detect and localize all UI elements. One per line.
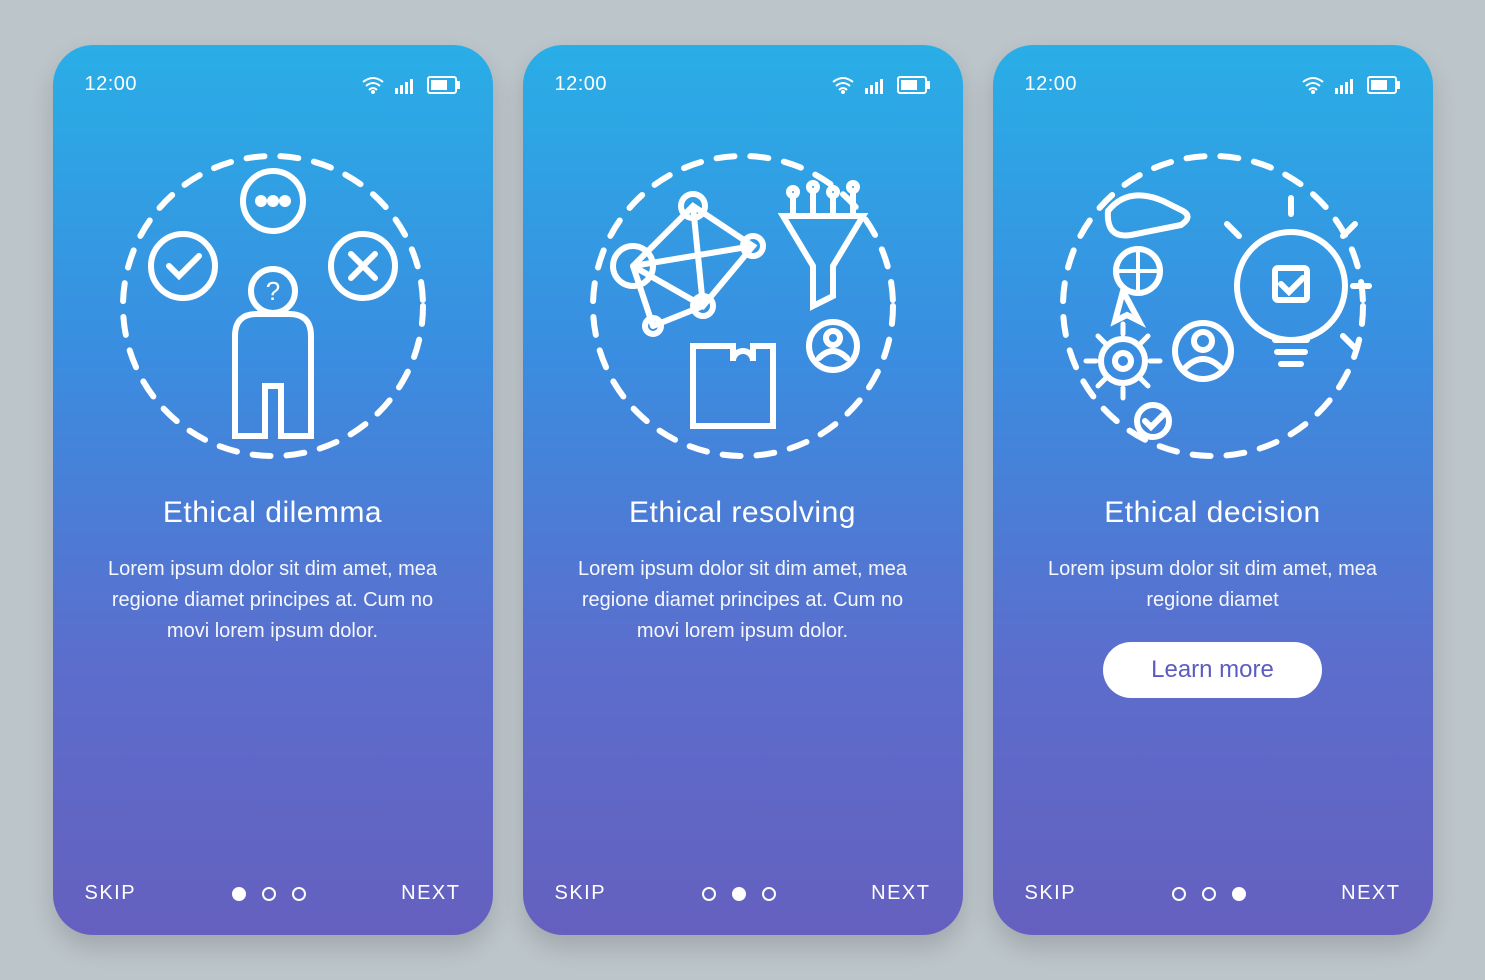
next-button[interactable]: NEXT bbox=[401, 882, 460, 905]
status-icons bbox=[361, 76, 461, 94]
battery-icon bbox=[897, 76, 931, 94]
status-icons bbox=[831, 76, 931, 94]
hero-illustration: ? bbox=[85, 116, 461, 496]
dot-1[interactable] bbox=[232, 887, 246, 901]
onboarding-screen-2: 12:00 Ethical resolving Lorem ipsum dolo… bbox=[523, 45, 963, 935]
skip-button[interactable]: SKIP bbox=[85, 882, 137, 905]
dot-3[interactable] bbox=[1232, 887, 1246, 901]
dot-1[interactable] bbox=[1172, 887, 1186, 901]
hero-illustration bbox=[555, 116, 931, 496]
page-dots bbox=[232, 887, 306, 901]
status-time: 12:00 bbox=[1025, 73, 1078, 96]
dot-3[interactable] bbox=[292, 887, 306, 901]
lightbulb-decision-icon bbox=[1053, 146, 1373, 466]
dot-2[interactable] bbox=[262, 887, 276, 901]
page-dots bbox=[702, 887, 776, 901]
status-time: 12:00 bbox=[555, 73, 608, 96]
svg-text:?: ? bbox=[265, 276, 279, 306]
signal-icon bbox=[395, 76, 417, 94]
onboarding-screen-1: 12:00 ? Ethical dilemma Lorem ipsum dolo… bbox=[53, 45, 493, 935]
learn-more-button[interactable]: Learn more bbox=[1103, 642, 1322, 698]
screen-title: Ethical decision bbox=[1104, 496, 1320, 530]
bottom-nav: SKIP NEXT bbox=[555, 882, 931, 905]
screen-description: Lorem ipsum dolor sit dim amet, mea regi… bbox=[1033, 554, 1393, 616]
wifi-icon bbox=[831, 76, 855, 94]
screen-description: Lorem ipsum dolor sit dim amet, mea regi… bbox=[563, 554, 923, 647]
next-button[interactable]: NEXT bbox=[871, 882, 930, 905]
dot-2[interactable] bbox=[1202, 887, 1216, 901]
hero-illustration bbox=[1025, 116, 1401, 496]
content-block: Ethical dilemma Lorem ipsum dolor sit di… bbox=[85, 496, 461, 647]
bottom-nav: SKIP NEXT bbox=[1025, 882, 1401, 905]
dot-2[interactable] bbox=[732, 887, 746, 901]
signal-icon bbox=[1335, 76, 1357, 94]
bottom-nav: SKIP NEXT bbox=[85, 882, 461, 905]
page-dots bbox=[1172, 887, 1246, 901]
screen-title: Ethical dilemma bbox=[163, 496, 382, 530]
dot-1[interactable] bbox=[702, 887, 716, 901]
status-time: 12:00 bbox=[85, 73, 138, 96]
battery-icon bbox=[1367, 76, 1401, 94]
signal-icon bbox=[865, 76, 887, 94]
content-block: Ethical resolving Lorem ipsum dolor sit … bbox=[555, 496, 931, 647]
content-block: Ethical decision Lorem ipsum dolor sit d… bbox=[1025, 496, 1401, 698]
screen-title: Ethical resolving bbox=[629, 496, 856, 530]
skip-button[interactable]: SKIP bbox=[1025, 882, 1077, 905]
skip-button[interactable]: SKIP bbox=[555, 882, 607, 905]
wifi-icon bbox=[361, 76, 385, 94]
network-puzzle-icon bbox=[583, 146, 903, 466]
next-button[interactable]: NEXT bbox=[1341, 882, 1400, 905]
status-icons bbox=[1301, 76, 1401, 94]
wifi-icon bbox=[1301, 76, 1325, 94]
dilemma-person-icon: ? bbox=[113, 146, 433, 466]
onboarding-screen-3: 12:00 Et bbox=[993, 45, 1433, 935]
status-bar: 12:00 bbox=[85, 73, 461, 96]
battery-icon bbox=[427, 76, 461, 94]
status-bar: 12:00 bbox=[1025, 73, 1401, 96]
screen-description: Lorem ipsum dolor sit dim amet, mea regi… bbox=[93, 554, 453, 647]
dot-3[interactable] bbox=[762, 887, 776, 901]
status-bar: 12:00 bbox=[555, 73, 931, 96]
